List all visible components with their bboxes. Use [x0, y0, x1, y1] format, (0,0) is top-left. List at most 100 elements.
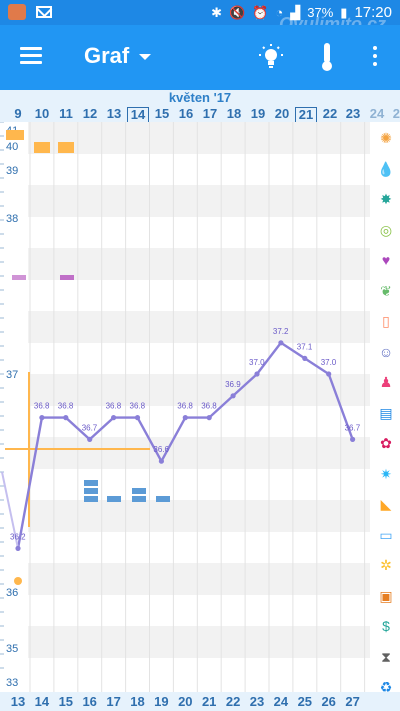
- y-tick-label: 37: [6, 369, 18, 381]
- data-point: [326, 371, 332, 377]
- grid-band: [28, 437, 370, 469]
- bottle-icon[interactable]: ▯: [376, 311, 396, 331]
- y-tick-label: 38: [6, 213, 18, 225]
- burst-icon[interactable]: ✲: [376, 555, 396, 575]
- data-label: 36.8: [106, 402, 122, 411]
- app-bar: Graf: [0, 25, 400, 90]
- grid-band: [28, 248, 370, 280]
- day-label-bottom[interactable]: 25: [294, 695, 316, 709]
- data-block: [84, 488, 98, 494]
- lightbulb-icon[interactable]: [258, 43, 284, 71]
- day-axis-top: 910111213141516171819202122232425: [0, 106, 400, 123]
- day-label-bottom[interactable]: 21: [198, 695, 220, 709]
- day-label-top[interactable]: 20: [271, 107, 293, 121]
- day-label-top[interactable]: 13: [103, 107, 125, 121]
- y-tick-label: 36: [6, 587, 18, 599]
- day-label-top[interactable]: 25: [389, 107, 400, 121]
- day-label-top[interactable]: 10: [31, 107, 53, 121]
- day-label-top[interactable]: 18: [223, 107, 245, 121]
- grid-band: [28, 626, 370, 658]
- rings-icon[interactable]: ◎: [376, 220, 396, 240]
- thermometer-icon[interactable]: [316, 41, 338, 73]
- dollar-figure-icon[interactable]: $: [376, 616, 396, 636]
- sun-icon[interactable]: ✺: [376, 128, 396, 148]
- hourglass-icon[interactable]: ⧗: [376, 647, 396, 667]
- day-label-top[interactable]: 15: [151, 107, 173, 121]
- day-label-bottom[interactable]: 18: [127, 695, 149, 709]
- grid-band: [28, 185, 370, 217]
- day-label-bottom[interactable]: 26: [318, 695, 340, 709]
- data-point: [182, 415, 188, 421]
- day-label-bottom[interactable]: 20: [174, 695, 196, 709]
- document-icon[interactable]: ▤: [376, 403, 396, 423]
- figure-icon[interactable]: ♟: [376, 372, 396, 392]
- day-label-bottom[interactable]: 24: [270, 695, 292, 709]
- monitor-icon[interactable]: ▣: [376, 586, 396, 606]
- data-point: [254, 371, 260, 377]
- grid-band: [28, 122, 370, 154]
- day-label-bottom[interactable]: 14: [31, 695, 53, 709]
- data-point: [230, 393, 236, 399]
- flower-icon[interactable]: ✿: [376, 433, 396, 453]
- day-label-bottom[interactable]: 19: [150, 695, 172, 709]
- day-label-bottom[interactable]: 15: [55, 695, 77, 709]
- grid-band: [28, 311, 370, 343]
- day-label-top[interactable]: 11: [55, 107, 77, 121]
- day-label-top[interactable]: 24: [366, 107, 388, 121]
- data-block: [84, 480, 98, 486]
- data-point: [350, 436, 356, 442]
- y-tick-label: 33: [6, 677, 18, 689]
- day-label-top[interactable]: 14: [127, 107, 149, 123]
- more-vert-icon[interactable]: [370, 46, 380, 68]
- marker-bar: [58, 142, 74, 153]
- heart-icon[interactable]: ♥: [376, 250, 396, 270]
- temperature-chart: 414039383736353336.236.836.836.736.836.8…: [0, 122, 370, 692]
- day-label-top[interactable]: 23: [342, 107, 364, 121]
- sparkle-icon[interactable]: ✷: [376, 464, 396, 484]
- cake-icon[interactable]: ▭: [376, 525, 396, 545]
- day-label-bottom[interactable]: 13: [7, 695, 29, 709]
- grid-band: [28, 500, 370, 532]
- data-label: 36.6: [153, 445, 169, 454]
- leaf-icon[interactable]: ❦: [376, 281, 396, 301]
- view-selector[interactable]: Graf: [84, 43, 152, 69]
- menu-icon[interactable]: [20, 47, 42, 65]
- data-point: [158, 458, 164, 464]
- marker-bar: [34, 142, 50, 153]
- data-label: 37.0: [249, 358, 265, 367]
- month-label: květen '17: [0, 90, 400, 106]
- boot-icon[interactable]: ◣: [376, 494, 396, 514]
- day-label-top[interactable]: 16: [175, 107, 197, 121]
- smile-icon[interactable]: ☺: [376, 342, 396, 362]
- data-label: 36.8: [34, 402, 50, 411]
- day-label-bottom[interactable]: 23: [246, 695, 268, 709]
- data-label: 37.0: [321, 358, 337, 367]
- data-label: 37.1: [297, 342, 313, 351]
- marker-dot: [14, 577, 22, 585]
- data-point: [206, 415, 212, 421]
- drop-icon[interactable]: 💧: [376, 159, 396, 179]
- page-title: Graf: [84, 43, 130, 68]
- day-label-bottom[interactable]: 27: [342, 695, 364, 709]
- day-label-top[interactable]: 22: [319, 107, 341, 121]
- day-label-top[interactable]: 12: [79, 107, 101, 121]
- day-label-bottom[interactable]: 16: [79, 695, 101, 709]
- day-label-top[interactable]: 19: [247, 107, 269, 121]
- symptom-icon-column: ✺ 💧 ✸ ◎ ♥ ❦ ▯ ☺ ♟ ▤ ✿ ✷ ◣ ▭ ✲ ▣ $ ⧗ ♻: [370, 122, 400, 695]
- y-tick-label: 35: [6, 643, 18, 655]
- day-label-top[interactable]: 17: [199, 107, 221, 121]
- day-axis-bottom: 13 14 15 16 17 18 19 20 21 22 23 24 25 26 27: [0, 692, 400, 711]
- day-label-bottom[interactable]: 17: [103, 695, 125, 709]
- day-label-bottom[interactable]: 22: [222, 695, 244, 709]
- data-label: 37.2: [273, 327, 289, 336]
- data-label: 36.2: [10, 532, 26, 541]
- marker-bar: [12, 275, 26, 280]
- app-icon: [8, 4, 26, 20]
- marker-bar: [60, 275, 74, 280]
- day-label-top[interactable]: 9: [7, 107, 29, 121]
- status-bar: ✱ 🔇 ⏰ ◔ ▟ 37% ▮ 17:20 Ovulimito.cz: [0, 0, 400, 34]
- day-label-top[interactable]: 21: [295, 107, 317, 123]
- data-point: [111, 415, 117, 421]
- marker-bar: [6, 130, 24, 140]
- bug-icon[interactable]: ✸: [376, 189, 396, 209]
